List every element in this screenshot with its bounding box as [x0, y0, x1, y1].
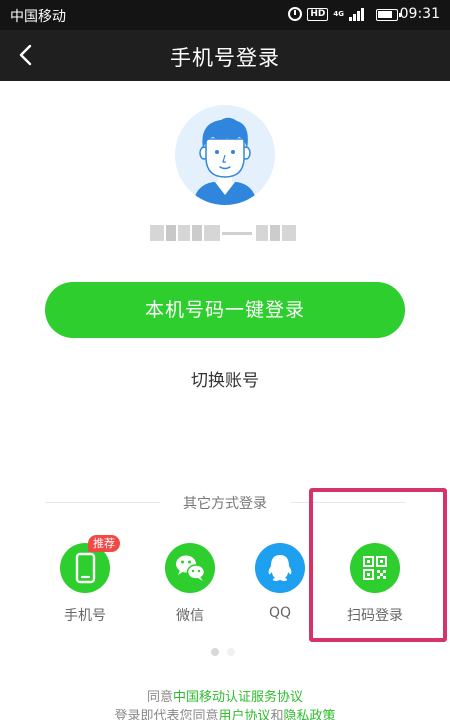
privacy-policy-link[interactable]: 隐私政策 [284, 709, 336, 720]
agreement-line-2: 登录即代表您同意用户协议和隐私政策 [0, 707, 450, 720]
qq-icon [268, 555, 292, 581]
title-bar: 手机号登录 [0, 30, 450, 81]
network-type: 4G [333, 9, 344, 18]
battery-icon [376, 9, 401, 21]
agreement-text: 同意中国移动认证服务协议 登录即代表您同意用户协议和隐私政策 [0, 688, 450, 720]
pager-dot[interactable] [227, 648, 235, 656]
user-agreement-link[interactable]: 用户协议 [218, 709, 270, 720]
agreement-consent-text: 登录即代表您同意 [114, 709, 219, 720]
signal-icon [349, 7, 364, 21]
login-method-wechat[interactable]: 微信 [150, 543, 230, 625]
status-icons: HD 4G [288, 7, 364, 21]
agreement-and: 和 [270, 709, 284, 720]
wechat-icon [176, 555, 206, 581]
alarm-icon [288, 7, 303, 21]
switch-account-label: 切换账号 [191, 371, 259, 391]
pager-dots [211, 648, 235, 656]
login-method-label: 微信 [176, 608, 204, 624]
login-method-label: QQ [268, 605, 292, 621]
user-avatar-icon [175, 105, 275, 205]
highlight-box [309, 488, 447, 642]
wechat-method-circle [165, 543, 215, 593]
qq-method-circle [255, 543, 305, 593]
page-title: 手机号登录 [170, 46, 280, 70]
one-click-login-button[interactable]: 本机号码一键登录 [45, 282, 405, 338]
agreement-prefix: 同意 [146, 690, 173, 705]
status-time: 09:31 [399, 6, 440, 22]
login-method-label: 手机号 [64, 608, 106, 624]
login-method-qq[interactable]: QQ [240, 543, 320, 621]
masked-phone-number [150, 225, 300, 241]
login-method-phone[interactable]: 推荐 手机号 [45, 535, 125, 625]
carrier-name: 中国移动 [10, 9, 66, 25]
recommended-badge: 推荐 [88, 535, 120, 552]
login-screen: 中国移动 HD 4G 09:31 手机号登录 本机号码一键登录 切换账号 其它方… [0, 0, 450, 720]
pager-dot-active[interactable] [211, 648, 219, 656]
agreement-line-1: 同意中国移动认证服务协议 [0, 688, 450, 707]
switch-account-link[interactable]: 切换账号 [0, 366, 450, 391]
phone-method-circle: 推荐 [60, 535, 120, 593]
avatar [175, 105, 275, 205]
hd-icon: HD [307, 7, 329, 21]
cmcc-service-agreement-link[interactable]: 中国移动认证服务协议 [173, 690, 303, 705]
status-bar: 中国移动 HD 4G 09:31 [0, 0, 450, 30]
